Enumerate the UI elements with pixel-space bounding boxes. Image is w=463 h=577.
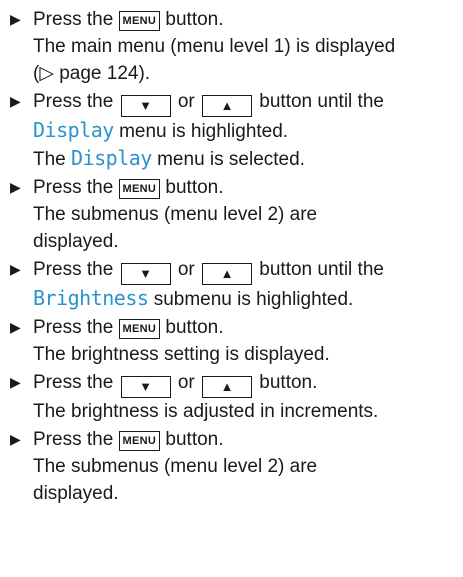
step-3: ▶ Press the MENU button. The submenus (m… [0,174,463,255]
step-text: or [177,259,195,280]
brightness-submenu-term: Brightness [33,286,149,310]
step-7-action: Press the MENU button. [33,426,457,453]
step-text: Press the [33,429,114,450]
step-2: ▶ Press the ▼ or ▲ button until the Disp… [0,88,463,173]
step-text: button. [165,177,224,198]
bullet-arrow-icon: ▶ [10,374,21,390]
bullet-arrow-icon: ▶ [10,93,21,109]
bullet-arrow-icon: ▶ [10,179,21,195]
instruction-page: ▶ Press the MENU button. The main menu (… [0,0,463,577]
step-3-result-line2: displayed. [33,231,119,252]
step-text: submenu is highlighted. [153,289,354,310]
step-text: The [33,149,66,170]
step-text: menu is highlighted. [119,121,289,142]
step-text: Press the [33,91,114,112]
step-5-result: The brightness setting is displayed. [33,344,330,365]
step-text: button until the [259,91,384,112]
up-key-icon: ▲ [202,376,253,398]
bullet-arrow-icon: ▶ [10,261,21,277]
step-text: Press the [33,259,114,280]
step-6: ▶ Press the ▼ or ▲ button. The brightnes… [0,369,463,425]
menu-key-icon: MENU [118,431,161,451]
down-key-icon: ▼ [120,376,171,398]
up-key-icon: ▲ [202,263,253,285]
step-text: Press the [33,177,114,198]
bullet-arrow-icon: ▶ [10,11,21,27]
step-3-result-line1: The submenus (menu level 2) are [33,204,318,225]
down-key-icon: ▼ [120,263,171,285]
step-3-action: Press the MENU button. [33,174,457,201]
step-1: ▶ Press the MENU button. The main menu (… [0,6,463,87]
step-4-action: Press the ▼ or ▲ button until the [33,256,457,285]
bullet-arrow-icon: ▶ [10,319,21,335]
step-5: ▶ Press the MENU button. The brightness … [0,314,463,368]
step-text: button. [165,9,224,30]
menu-key-icon: MENU [118,319,161,339]
step-6-action: Press the ▼ or ▲ button. [33,369,457,398]
step-7: ▶ Press the MENU button. The submenus (m… [0,426,463,507]
display-menu-term: Display [71,146,152,170]
step-text: Press the [33,372,114,393]
step-text: Press the [33,317,114,338]
step-4: ▶ Press the ▼ or ▲ button until the Brig… [0,256,463,313]
step-7-result-line1: The submenus (menu level 2) are [33,456,318,477]
bullet-arrow-icon: ▶ [10,431,21,447]
step-text: or [177,372,195,393]
step-1-result-line2: (▷ page 124). [33,63,151,84]
step-7-result-line2: displayed. [33,483,119,504]
step-6-result: The brightness is adjusted in increments… [33,401,379,422]
step-1-result-line1: The main menu (menu level 1) is displaye… [33,36,396,57]
step-text: button until the [259,259,384,280]
step-4-action-line2: Brightness submenu is highlighted. [33,285,457,313]
step-2-result: The Display menu is selected. [33,145,457,173]
step-2-action: Press the ▼ or ▲ button until the [33,88,457,117]
step-1-action: Press the MENU button. [33,6,457,33]
step-2-action-line2: Display menu is highlighted. [33,117,457,145]
step-text: button. [165,317,224,338]
step-text: button. [165,429,224,450]
down-key-icon: ▼ [120,95,171,117]
step-text: Press the [33,9,114,30]
step-5-action: Press the MENU button. [33,314,457,341]
display-menu-term: Display [33,118,114,142]
step-text: button. [259,372,318,393]
step-text: menu is selected. [157,149,305,170]
menu-key-icon: MENU [118,179,161,199]
up-key-icon: ▲ [202,95,253,117]
menu-key-icon: MENU [118,11,161,31]
step-text: or [177,91,195,112]
